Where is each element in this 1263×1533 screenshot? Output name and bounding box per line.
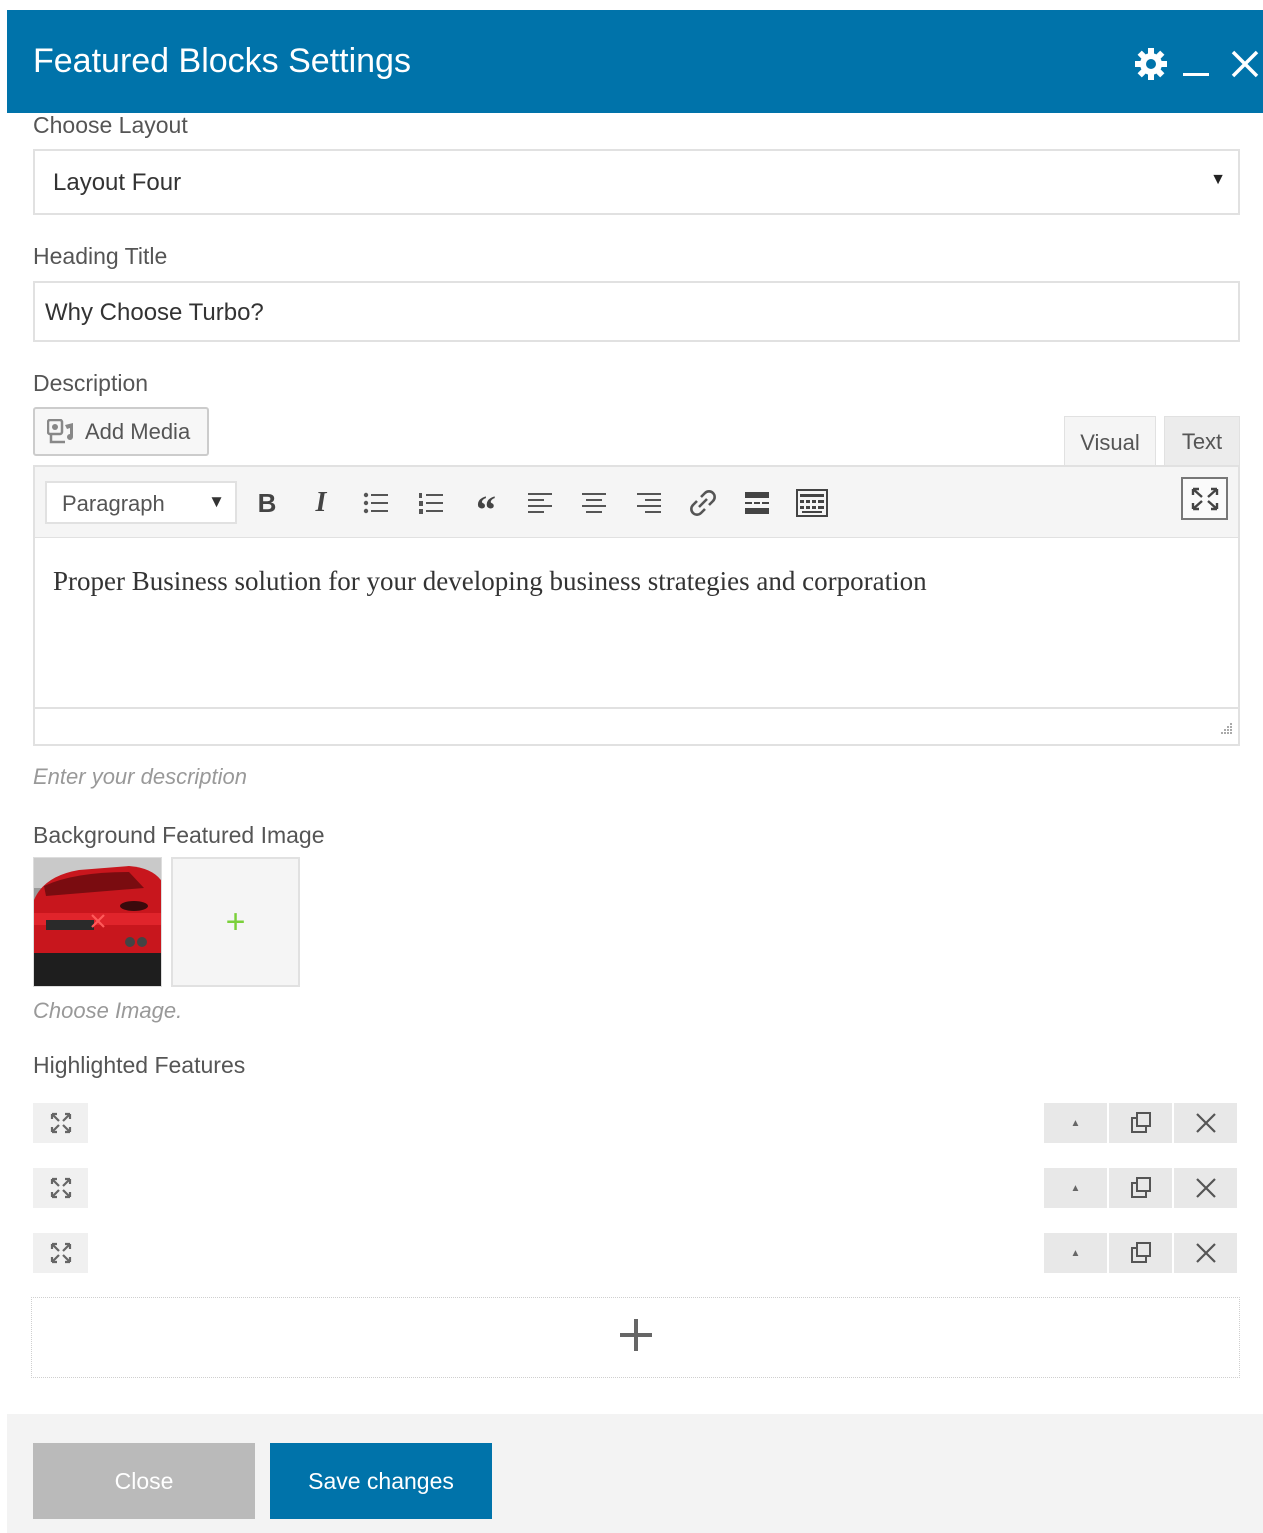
plus-icon: +: [225, 902, 246, 941]
add-media-label: Add Media: [85, 418, 191, 444]
read-more-icon[interactable]: [739, 485, 775, 521]
resize-handle-icon[interactable]: [1219, 720, 1233, 739]
drag-handle-icon[interactable]: [33, 1168, 88, 1208]
add-feature-button[interactable]: [31, 1297, 1240, 1378]
duplicate-icon[interactable]: [1109, 1168, 1172, 1208]
background-image-thumbnail[interactable]: [33, 857, 162, 987]
description-hint: Enter your description: [33, 764, 247, 789]
heading-input[interactable]: Why Choose Turbo?: [33, 281, 1240, 342]
chevron-down-icon: ▼: [1210, 171, 1226, 188]
heading-input-value: Why Choose Turbo?: [45, 299, 264, 326]
layout-label: Choose Layout: [33, 112, 188, 138]
format-select[interactable]: Paragraph ▼: [45, 481, 237, 524]
align-left-icon[interactable]: [522, 485, 558, 521]
heading-label: Heading Title: [33, 243, 168, 269]
chevron-down-icon: ▼: [208, 492, 225, 511]
editor-statusbar: [33, 707, 1240, 746]
dialog-header: Featured Blocks Settings: [7, 10, 1263, 113]
drag-handle-icon[interactable]: [33, 1103, 88, 1143]
align-center-icon[interactable]: [576, 485, 612, 521]
link-icon[interactable]: [685, 485, 721, 521]
collapse-icon[interactable]: ▲: [1044, 1233, 1107, 1273]
description-label: Description: [33, 370, 149, 396]
save-button[interactable]: Save changes: [270, 1443, 492, 1519]
dialog-footer: Close Save changes: [7, 1414, 1263, 1533]
align-right-icon[interactable]: [631, 485, 667, 521]
close-icon[interactable]: [1225, 44, 1263, 84]
bullet-list-icon[interactable]: [358, 485, 394, 521]
bold-icon[interactable]: B: [249, 485, 285, 521]
description-editor[interactable]: Proper Business solution for your develo…: [33, 538, 1240, 708]
add-media-button[interactable]: Add Media: [33, 407, 209, 456]
duplicate-icon[interactable]: [1109, 1233, 1172, 1273]
remove-icon[interactable]: [1174, 1103, 1237, 1143]
blockquote-icon[interactable]: “: [468, 485, 504, 530]
duplicate-icon[interactable]: [1109, 1103, 1172, 1143]
plus-icon: [618, 1317, 654, 1358]
italic-icon[interactable]: I: [303, 485, 339, 521]
minimize-icon[interactable]: [1176, 44, 1216, 84]
background-label: Background Featured Image: [33, 822, 325, 848]
tab-text[interactable]: Text: [1164, 416, 1240, 466]
layout-select-value: Layout Four: [53, 169, 182, 196]
collapse-icon[interactable]: ▲: [1044, 1103, 1107, 1143]
dialog-title: Featured Blocks Settings: [33, 42, 411, 80]
fullscreen-icon[interactable]: [1181, 477, 1228, 520]
gear-icon[interactable]: [1131, 44, 1171, 84]
editor-toolbar: Paragraph ▼ B I “: [33, 465, 1240, 538]
collapse-icon[interactable]: ▲: [1044, 1168, 1107, 1208]
format-select-value: Paragraph: [62, 491, 165, 516]
remove-icon[interactable]: [1174, 1168, 1237, 1208]
toolbar-toggle-icon[interactable]: [794, 485, 830, 521]
numbered-list-icon[interactable]: [413, 485, 449, 521]
add-image-button[interactable]: +: [171, 857, 300, 987]
close-button[interactable]: Close: [33, 1443, 255, 1519]
remove-icon[interactable]: [1174, 1233, 1237, 1273]
description-content: Proper Business solution for your develo…: [53, 566, 927, 596]
media-icon: [47, 418, 75, 445]
features-label: Highlighted Features: [33, 1052, 246, 1078]
tab-visual[interactable]: Visual: [1064, 416, 1156, 468]
background-hint: Choose Image.: [33, 998, 183, 1023]
layout-select[interactable]: Layout Four ▼: [33, 149, 1240, 215]
drag-handle-icon[interactable]: [33, 1233, 88, 1273]
